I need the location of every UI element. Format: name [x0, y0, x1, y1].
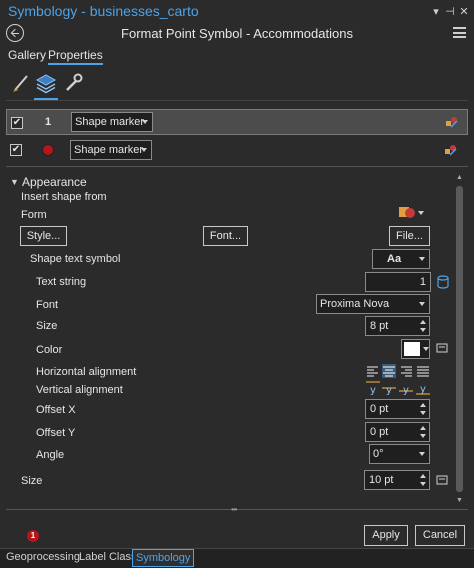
outer-size-stepper[interactable]: 10 pt	[364, 470, 430, 490]
align-middle-icon[interactable]: y	[382, 381, 396, 395]
database-icon[interactable]	[437, 275, 449, 289]
font-label: Font	[36, 299, 59, 311]
error-badge[interactable]: 1	[27, 530, 39, 542]
form-label: Form	[21, 209, 47, 221]
horizontal-alignment-group	[366, 364, 430, 378]
color-options-icon[interactable]	[436, 342, 448, 354]
align-baseline-icon[interactable]: y	[399, 381, 413, 395]
offset-y-stepper[interactable]: 0 pt	[365, 422, 430, 442]
tab-gallery[interactable]: Gallery	[8, 48, 46, 62]
size-value: 8 pt	[370, 320, 389, 332]
font-value: Proxima Nova	[320, 298, 390, 310]
layer-type-dropdown[interactable]: Shape marker	[71, 112, 153, 132]
tab-label-class[interactable]: Label Class	[79, 551, 136, 563]
shape-picker-icon[interactable]	[396, 204, 426, 222]
align-left-icon[interactable]	[366, 364, 380, 378]
color-swatch	[404, 342, 420, 356]
resize-grip-icon[interactable]: •••	[231, 505, 237, 514]
chevron-down-icon[interactable]: ▾	[430, 6, 442, 18]
divider	[6, 100, 468, 101]
font-button[interactable]: Font...	[203, 226, 248, 246]
shape-text-symbol-label: Shape text symbol	[30, 253, 121, 265]
insert-shape-from-label: Insert shape from	[21, 191, 107, 203]
horizontal-alignment-label: Horizontal alignment	[36, 366, 137, 378]
text-string-input[interactable]: 1	[365, 272, 431, 292]
color-label: Color	[36, 344, 63, 356]
angle-dropdown[interactable]: 0°	[369, 444, 430, 464]
cancel-button[interactable]: Cancel	[415, 525, 465, 546]
scroll-up-icon[interactable]: ▲	[456, 174, 463, 181]
scrollbar-thumb[interactable]	[456, 186, 463, 492]
font-dropdown[interactable]: Proxima Nova	[316, 294, 430, 314]
align-top-icon[interactable]: y	[366, 381, 380, 395]
text-symbol-dropdown[interactable]: Aa	[372, 249, 430, 269]
angle-value: 0°	[373, 448, 384, 460]
align-justify-icon[interactable]	[416, 364, 430, 378]
svg-text:y: y	[420, 384, 426, 395]
appearance-header[interactable]: Appearance	[22, 175, 87, 189]
tab-geoprocessing[interactable]: Geoprocessing	[6, 551, 80, 563]
menu-icon[interactable]	[453, 27, 466, 38]
style-button[interactable]: Style...	[20, 226, 67, 246]
red-circle-swatch	[42, 144, 54, 156]
layer-row-2[interactable]: ✔ Shape marker	[6, 137, 468, 163]
svg-text:y: y	[386, 385, 392, 395]
brush-icon[interactable]	[10, 72, 32, 94]
offset-y-value: 0 pt	[370, 426, 389, 438]
size-options-icon[interactable]	[436, 474, 448, 486]
pin-icon[interactable]: ⊣	[444, 6, 456, 18]
angle-label: Angle	[36, 449, 65, 461]
tab-symbology[interactable]: Symbology	[132, 549, 195, 567]
collapse-chevron-icon[interactable]: ▼	[10, 177, 19, 187]
layer-row-1[interactable]: ✔ 1 Shape marker	[6, 109, 468, 135]
layer-type-value: Shape marker	[74, 144, 144, 156]
layer-index-label: 1	[45, 116, 52, 128]
close-icon[interactable]: ✕	[458, 6, 470, 18]
outer-size-label: Size	[21, 475, 43, 487]
align-bottom-icon[interactable]: y	[416, 381, 430, 395]
layer-visibility-checkbox[interactable]: ✔	[11, 117, 23, 129]
outer-size-value: 10 pt	[369, 474, 394, 486]
size-stepper[interactable]: 8 pt	[365, 316, 430, 336]
text-string-label: Text string	[36, 276, 87, 288]
layer-properties-icon[interactable]	[444, 143, 458, 157]
layer-type-value: Shape marker	[75, 116, 145, 128]
wrench-icon[interactable]	[62, 72, 84, 94]
divider	[6, 166, 468, 167]
offset-x-stepper[interactable]: 0 pt	[365, 399, 430, 419]
align-center-icon[interactable]	[382, 364, 396, 378]
offset-x-value: 0 pt	[370, 403, 389, 415]
page-title: Format Point Symbol - Accommodations	[121, 26, 353, 41]
layer-visibility-checkbox[interactable]: ✔	[10, 144, 22, 156]
window-title: Symbology - businesses_carto	[8, 3, 199, 19]
svg-text:y: y	[403, 385, 409, 395]
svg-text:y: y	[370, 385, 376, 395]
size-label: Size	[36, 320, 58, 332]
layers-icon[interactable]	[35, 72, 57, 94]
offset-y-label: Offset Y	[36, 427, 76, 439]
color-picker[interactable]	[401, 339, 430, 359]
vertical-alignment-label: Vertical alignment	[36, 384, 123, 396]
layer-type-dropdown[interactable]: Shape marker	[70, 140, 152, 160]
align-right-icon[interactable]	[399, 364, 413, 378]
tab-properties[interactable]: Properties	[48, 48, 103, 65]
vertical-alignment-group: y y y y	[366, 380, 430, 396]
text-symbol-value: Aa	[387, 253, 402, 265]
divider	[6, 509, 468, 510]
offset-x-label: Offset X	[36, 404, 76, 416]
scroll-down-icon[interactable]: ▼	[456, 497, 463, 504]
apply-button[interactable]: Apply	[364, 525, 408, 546]
file-button[interactable]: File...	[389, 226, 430, 246]
layer-properties-icon[interactable]	[445, 115, 459, 129]
